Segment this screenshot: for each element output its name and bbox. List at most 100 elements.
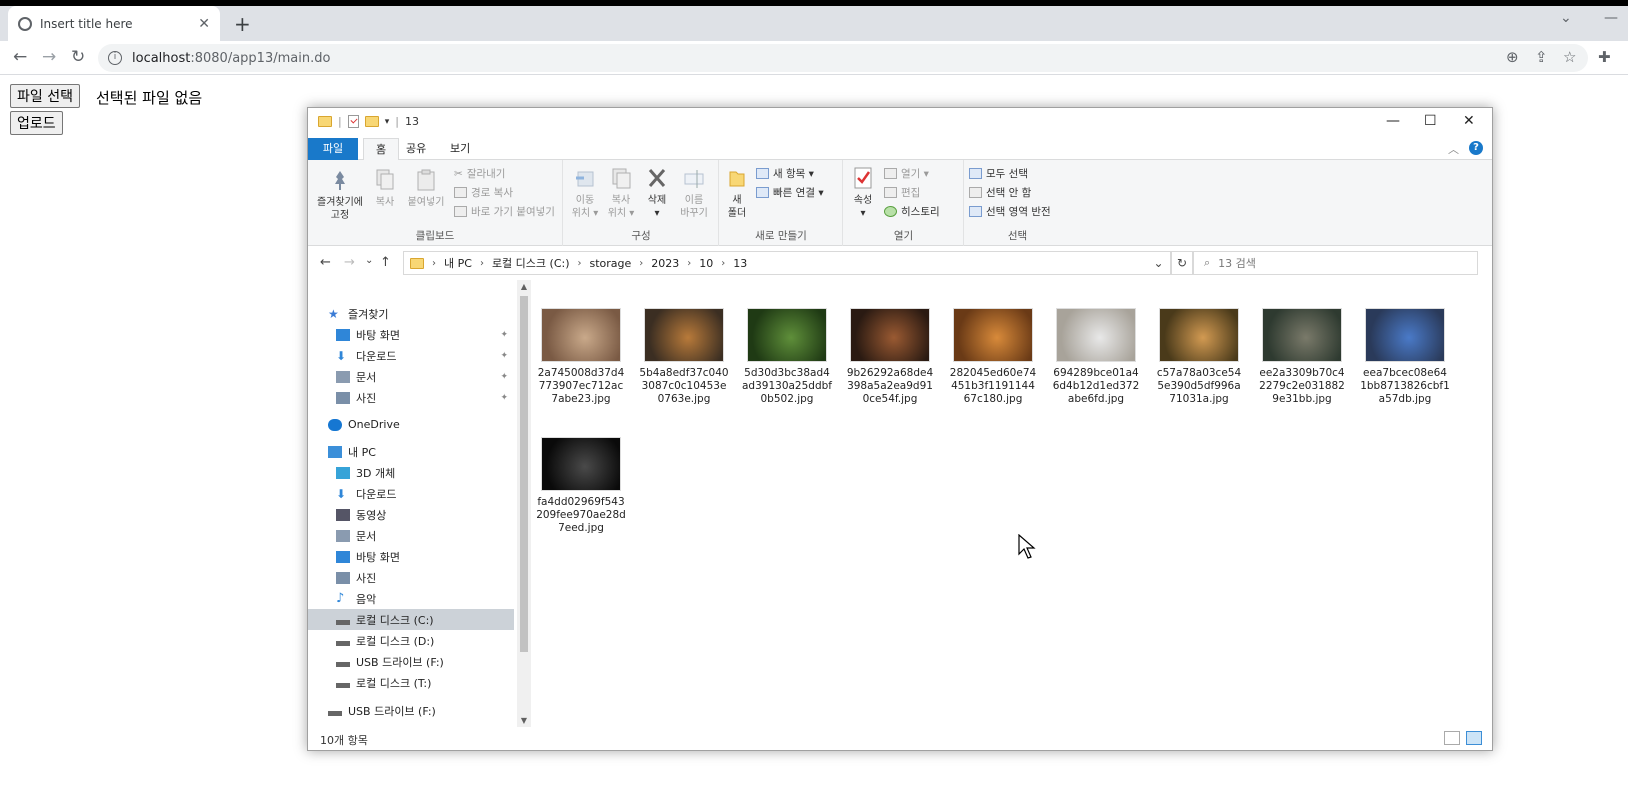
- breadcrumb-local-disk-c[interactable]: 로컬 디스크 (C:): [492, 255, 570, 271]
- tab-share[interactable]: 공유: [394, 138, 438, 160]
- explorer-search-box[interactable]: ⌕ 13 검색: [1193, 251, 1478, 275]
- nav-item[interactable]: ⬇ 다운로드: [308, 483, 514, 504]
- explorer-back-button[interactable]: ←: [320, 255, 331, 270]
- help-icon[interactable]: ?: [1469, 141, 1483, 155]
- nav-item[interactable]: 바탕 화면 ✦: [308, 324, 514, 345]
- scroll-up-icon[interactable]: ▲: [517, 282, 531, 291]
- customize-toolbar-icon[interactable]: ▾: [385, 117, 390, 127]
- nav-item[interactable]: 문서: [308, 525, 514, 546]
- file-item[interactable]: fa4dd02969f543209fee970ae28d7eed.jpg: [536, 437, 626, 535]
- easy-access-button[interactable]: 빠른 연결 ▾: [756, 185, 824, 200]
- nav-item[interactable]: 3D 개체: [308, 462, 514, 483]
- bookmark-star-icon[interactable]: ☆: [1563, 48, 1576, 66]
- address-bar[interactable]: i localhost:8080/app13/main.do: [98, 44, 1588, 72]
- nav-item[interactable]: 로컬 디스크 (T:): [308, 672, 514, 693]
- breadcrumb-this-pc[interactable]: 내 PC: [444, 255, 472, 271]
- file-item[interactable]: 9b26292a68de4398a5a2ea9d910ce54f.jpg: [845, 308, 935, 406]
- nav-item[interactable]: 사진 ✦: [308, 387, 514, 408]
- file-item[interactable]: 2a745008d37d4773907ec712ac7abe23.jpg: [536, 308, 626, 406]
- nav-item[interactable]: 사진: [308, 567, 514, 588]
- edit-button[interactable]: 편집: [884, 185, 920, 200]
- maximize-icon[interactable]: ☐: [1424, 113, 1437, 129]
- breadcrumb-storage[interactable]: storage: [590, 257, 632, 270]
- new-folder-icon[interactable]: [364, 116, 379, 127]
- recent-locations-button[interactable]: ⌄: [365, 255, 373, 266]
- nav-item[interactable]: 바탕 화면: [308, 546, 514, 567]
- file-select-button[interactable]: 파일 선택: [10, 84, 80, 108]
- scroll-down-icon[interactable]: ▼: [517, 716, 531, 725]
- address-dropdown-button[interactable]: ⌄: [1146, 251, 1171, 275]
- breadcrumb-13[interactable]: 13: [733, 257, 747, 270]
- file-item[interactable]: eea7bcec08e641bb8713826cbf1a57db.jpg: [1360, 308, 1450, 406]
- tab-view[interactable]: 보기: [438, 138, 482, 160]
- file-item[interactable]: 694289bce01a46d4b12d1ed372abe6fd.jpg: [1051, 308, 1141, 406]
- nav-item[interactable]: 로컬 디스크 (C:): [308, 609, 514, 630]
- browser-tab[interactable]: Insert title here ✕: [8, 6, 220, 41]
- invert-selection-button[interactable]: 선택 영역 반전: [969, 204, 1051, 219]
- forward-button[interactable]: →: [42, 47, 56, 67]
- history-button[interactable]: 히스토리: [884, 204, 940, 219]
- reload-button[interactable]: ↻: [71, 47, 85, 67]
- nav-item[interactable]: ⬇ 다운로드 ✦: [308, 345, 514, 366]
- cloud-icon: [328, 418, 342, 431]
- nav-item[interactable]: ★ 즐겨찾기: [308, 303, 514, 324]
- new-tab-button[interactable]: +: [234, 12, 251, 36]
- extensions-icon[interactable]: ✚: [1598, 48, 1611, 66]
- tab-search-icon[interactable]: ⌄: [1560, 10, 1572, 26]
- details-view-icon[interactable]: [1444, 731, 1460, 745]
- pin-to-quick-access-button[interactable]: 즐겨찾기에 고정: [314, 168, 366, 222]
- scrollbar-thumb[interactable]: [520, 296, 528, 652]
- file-item[interactable]: ee2a3309b70c42279c2e0318829e31bb.jpg: [1257, 308, 1347, 406]
- share-icon[interactable]: ⇪: [1535, 48, 1548, 66]
- select-none-button[interactable]: 선택 안 함: [969, 185, 1031, 200]
- refresh-button[interactable]: ↻: [1171, 251, 1193, 275]
- tab-close-icon[interactable]: ✕: [198, 16, 210, 32]
- window-minimize-icon[interactable]: —: [1604, 10, 1618, 26]
- cube-icon: [336, 466, 350, 479]
- paste-shortcut-button[interactable]: 바로 가기 붙여넣기: [454, 204, 555, 219]
- nav-item[interactable]: 로컬 디스크 (D:): [308, 630, 514, 651]
- nav-item[interactable]: OneDrive: [308, 414, 514, 435]
- move-to-button[interactable]: 이동 위치 ▾: [568, 166, 602, 220]
- nav-item[interactable]: 동영상: [308, 504, 514, 525]
- select-all-button[interactable]: 모두 선택: [969, 166, 1028, 181]
- upload-button[interactable]: 업로드: [10, 111, 63, 135]
- nav-item[interactable]: USB 드라이브 (F:): [308, 651, 514, 672]
- new-item-button[interactable]: 새 항목 ▾: [756, 166, 814, 181]
- file-item[interactable]: 5b4a8edf37c0403087c0c10453e0763e.jpg: [639, 308, 729, 406]
- properties-button[interactable]: 속성 ▾: [848, 166, 878, 220]
- nav-scrollbar[interactable]: ▲ ▼: [517, 280, 531, 727]
- properties-icon[interactable]: [347, 115, 359, 128]
- paste-button[interactable]: 붙여넣기: [404, 168, 448, 209]
- site-info-icon[interactable]: i: [108, 51, 122, 65]
- quick-access-toolbar: | ▾ | 13: [318, 115, 419, 128]
- zoom-icon[interactable]: ⊕: [1506, 48, 1519, 66]
- nav-item[interactable]: 내 PC: [308, 441, 514, 462]
- copy-path-button[interactable]: 경로 복사: [454, 185, 513, 200]
- new-folder-button[interactable]: 새 폴더: [722, 166, 752, 220]
- nav-item[interactable]: 문서 ✦: [308, 366, 514, 387]
- breadcrumb-2023[interactable]: 2023: [651, 257, 679, 270]
- nav-item[interactable]: ♪ 음악: [308, 588, 514, 609]
- pin-icon: ✦: [500, 392, 508, 403]
- collapse-ribbon-icon[interactable]: ︿: [1448, 141, 1459, 157]
- nav-item[interactable]: USB 드라이브 (F:): [308, 700, 514, 721]
- breadcrumb-10[interactable]: 10: [699, 257, 713, 270]
- explorer-forward-button[interactable]: →: [344, 255, 355, 270]
- explorer-address-box[interactable]: › 내 PC › 로컬 디스크 (C:) › storage › 2023 › …: [403, 251, 1171, 275]
- cut-button[interactable]: ✂ 잘라내기: [454, 166, 505, 181]
- up-button[interactable]: ↑: [380, 255, 391, 270]
- rename-button[interactable]: 이름 바꾸기: [674, 166, 714, 220]
- copy-to-button[interactable]: 복사 위치 ▾: [604, 166, 638, 220]
- tab-file[interactable]: 파일: [308, 138, 358, 160]
- back-button[interactable]: ←: [13, 47, 27, 67]
- copy-button[interactable]: 복사: [370, 168, 400, 209]
- file-item[interactable]: 282045ed60e74451b3f119114467c180.jpg: [948, 308, 1038, 406]
- minimize-icon[interactable]: —: [1386, 113, 1400, 129]
- large-icons-view-icon[interactable]: [1466, 731, 1482, 745]
- delete-button[interactable]: 삭제 ▾: [642, 166, 672, 220]
- file-item[interactable]: 5d30d3bc38ad4ad39130a25ddbf0b502.jpg: [742, 308, 832, 406]
- open-button[interactable]: 열기 ▾: [884, 166, 929, 181]
- file-item[interactable]: c57a78a03ce545e390d5df996a71031a.jpg: [1154, 308, 1244, 406]
- close-icon[interactable]: ✕: [1463, 113, 1475, 129]
